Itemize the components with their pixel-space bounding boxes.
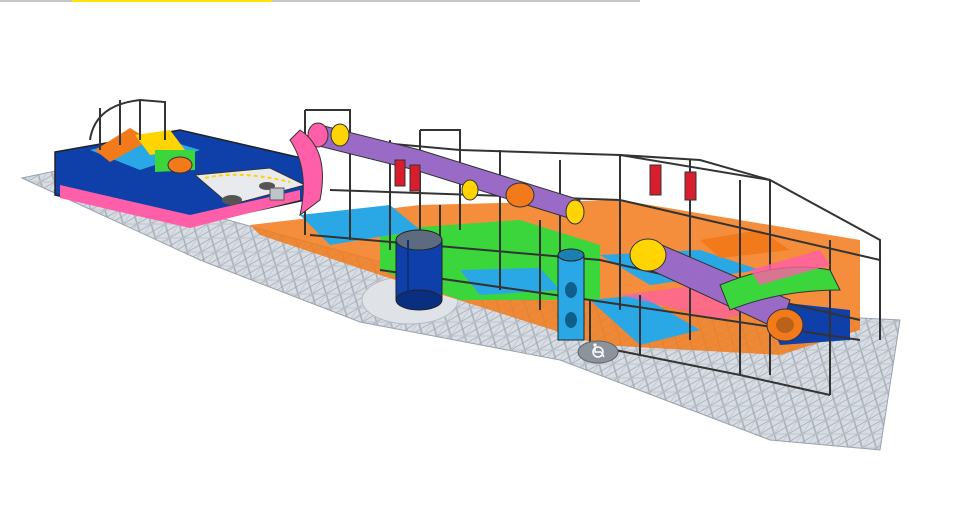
top-edge-accent: [72, 0, 272, 2]
wheelchair-icon: [577, 340, 619, 364]
vertical-tube: [557, 248, 585, 341]
playground-scene: [20, 98, 901, 451]
blue-tower: [395, 229, 443, 311]
